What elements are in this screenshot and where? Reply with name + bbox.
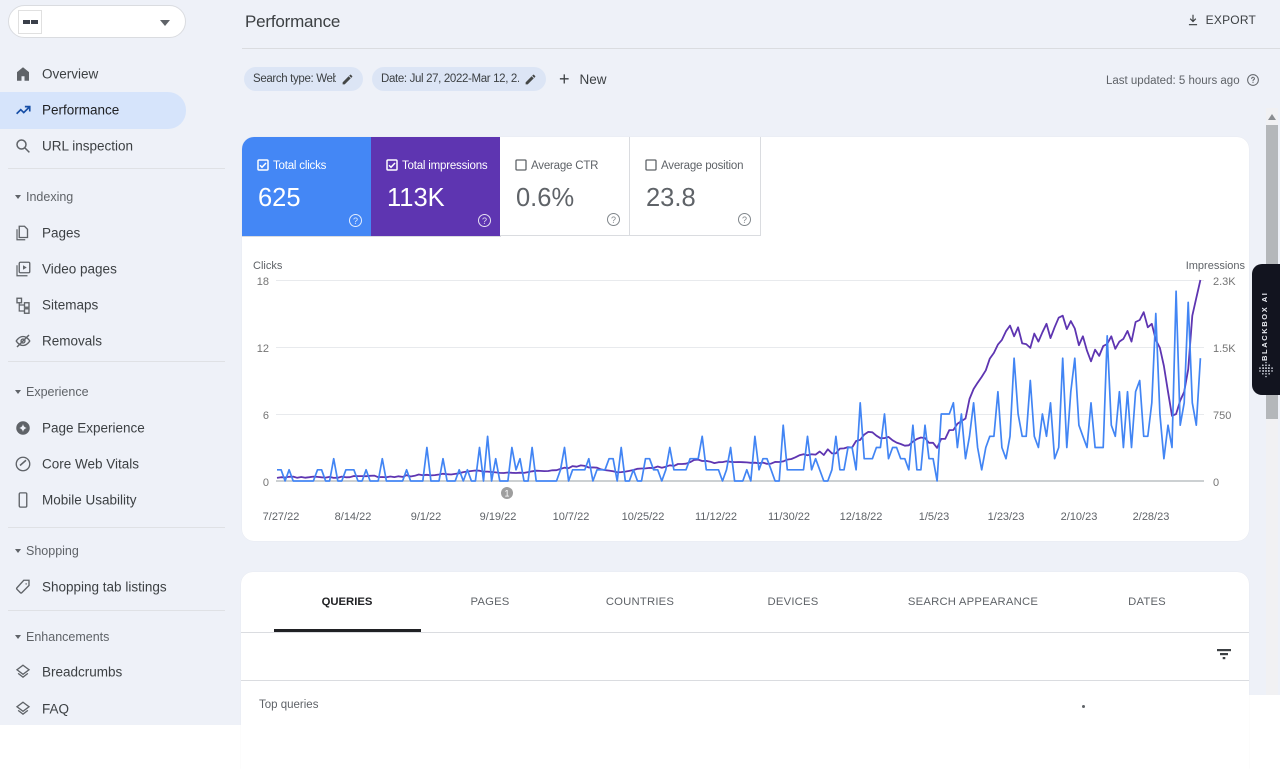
svg-text:10/7/22: 10/7/22 (553, 511, 590, 523)
svg-text:12/18/22: 12/18/22 (840, 511, 883, 523)
svg-text:0: 0 (1213, 477, 1219, 489)
svg-text:0: 0 (263, 477, 269, 489)
svg-text:1: 1 (504, 489, 509, 499)
svg-text:10/25/22: 10/25/22 (622, 511, 665, 523)
svg-text:1/23/23: 1/23/23 (988, 511, 1025, 523)
svg-text:11/12/22: 11/12/22 (695, 511, 737, 523)
svg-text:7/27/22: 7/27/22 (263, 511, 300, 523)
svg-text:8/14/22: 8/14/22 (335, 511, 372, 523)
svg-text:18: 18 (257, 276, 269, 288)
svg-text:12: 12 (257, 343, 269, 355)
svg-text:Clicks: Clicks (253, 260, 283, 272)
svg-text:2/28/23: 2/28/23 (1133, 511, 1170, 523)
svg-text:1/5/23: 1/5/23 (919, 511, 950, 523)
svg-text:2/10/23: 2/10/23 (1061, 511, 1098, 523)
svg-text:1.5K: 1.5K (1213, 343, 1236, 355)
svg-text:Impressions: Impressions (1186, 260, 1246, 272)
svg-text:6: 6 (263, 410, 269, 422)
svg-text:2.3K: 2.3K (1213, 276, 1236, 288)
svg-text:750: 750 (1213, 410, 1231, 422)
svg-text:9/1/22: 9/1/22 (411, 511, 442, 523)
svg-text:9/19/22: 9/19/22 (480, 511, 517, 523)
svg-text:11/30/22: 11/30/22 (768, 511, 810, 523)
